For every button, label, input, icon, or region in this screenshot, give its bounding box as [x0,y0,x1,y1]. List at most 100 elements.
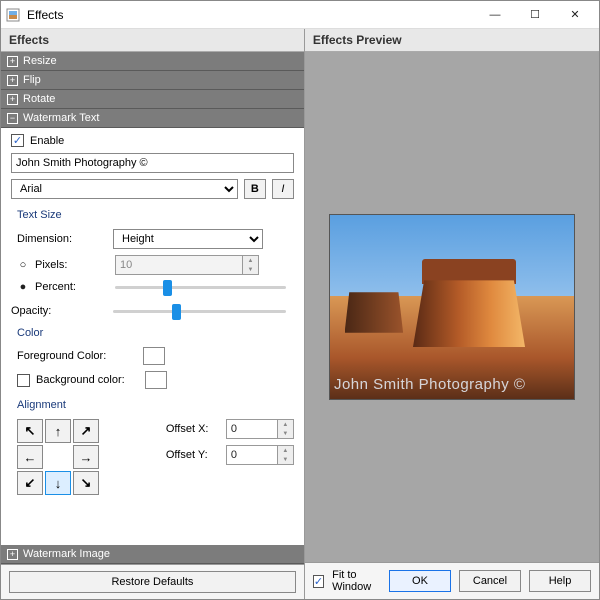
offset-y-value: 0 [226,445,278,465]
section-watermark-image[interactable]: + Watermark Image [1,545,304,564]
dimension-label: Dimension: [17,233,107,245]
ok-button[interactable]: OK [389,570,451,592]
pixels-label: Pixels: [35,259,109,271]
cancel-button[interactable]: Cancel [459,570,521,592]
preview-mesa-small [345,292,404,332]
offset-x-label: Offset X: [166,423,220,435]
expand-icon: + [7,549,18,560]
watermark-text-form: ✓ Enable Arial B I Text Size Dimension: … [1,128,304,545]
section-label: Rotate [23,93,55,105]
preview-mesa-main [413,259,525,347]
dimension-select[interactable]: Height [113,229,263,249]
app-icon [5,7,21,23]
font-row: Arial B I [11,179,294,199]
maximize-icon: ☐ [530,8,540,21]
section-rotate[interactable]: + Rotate [1,90,304,109]
section-label: Watermark Image [23,548,110,560]
enable-label: Enable [30,135,64,147]
spin-down-icon: ▼ [243,265,258,274]
opacity-label: Opacity: [11,305,107,317]
effects-panel-header: Effects [1,29,304,52]
bold-button[interactable]: B [244,179,266,199]
font-select[interactable]: Arial [11,179,238,199]
enable-checkbox[interactable]: ✓ [11,134,24,147]
left-footer: Restore Defaults [1,564,304,599]
check-icon: ✓ [13,134,22,147]
align-tl-button[interactable]: ↖ [17,419,43,443]
offset-column: Offset X: 0 ▲▼ Offset Y: 0 ▲▼ [166,419,294,465]
percent-row: ● Percent: [17,281,294,293]
right-footer: ✓ Fit to Window OK Cancel Help [305,562,599,599]
section-flip[interactable]: + Flip [1,71,304,90]
pixels-stepper[interactable]: 10 ▲▼ [115,255,259,275]
right-panel: Effects Preview John Smith Photography ©… [305,29,599,599]
align-br-button[interactable]: ↘ [73,471,99,495]
percent-radio[interactable]: ● [17,281,29,293]
slider-thumb[interactable] [163,280,172,296]
fit-to-window-checkbox[interactable]: ✓ [313,575,324,588]
bg-color-row: Background color: [17,371,294,389]
preview-header: Effects Preview [305,29,599,52]
titlebar[interactable]: Effects — ☐ ✕ [1,1,599,29]
minimize-icon: — [490,9,501,21]
effects-window: Effects — ☐ ✕ Effects + Resize + Flip + … [0,0,600,600]
section-resize[interactable]: + Resize [1,52,304,71]
offset-x-row: Offset X: 0 ▲▼ [166,419,294,439]
minimize-button[interactable]: — [475,2,515,28]
align-t-button[interactable]: ↑ [45,419,71,443]
expand-icon: + [7,56,18,67]
preview-watermark-text: John Smith Photography © [334,376,526,393]
offset-y-row: Offset Y: 0 ▲▼ [166,445,294,465]
dimension-row: Dimension: Height [17,229,294,249]
alignment-row: ↖ ↑ ↗ ← → ↙ ↓ ↘ Offset X: [17,419,294,495]
percent-label: Percent: [35,281,109,293]
spin-up-icon: ▲ [243,256,258,265]
watermark-text-input[interactable] [11,153,294,173]
alignment-grid: ↖ ↑ ↗ ← → ↙ ↓ ↘ [17,419,99,495]
offset-y-label: Offset Y: [166,449,220,461]
text-size-group-label: Text Size [17,209,294,221]
align-bl-button[interactable]: ↙ [17,471,43,495]
section-watermark-text[interactable]: − Watermark Text [1,109,304,128]
fit-to-window-label: Fit to Window [332,569,373,593]
slider-thumb[interactable] [172,304,181,320]
align-tr-button[interactable]: ↗ [73,419,99,443]
pixels-spin[interactable]: ▲▼ [243,255,259,275]
enable-row: ✓ Enable [11,134,294,147]
pixels-value: 10 [115,255,243,275]
pixels-radio[interactable]: ○ [17,259,29,271]
align-b-button[interactable]: ↓ [45,471,71,495]
fg-color-row: Foreground Color: [17,347,294,365]
color-group-label: Color [17,327,294,339]
offset-x-stepper[interactable]: 0 ▲▼ [226,419,294,439]
bg-color-swatch[interactable] [145,371,167,389]
align-l-button[interactable]: ← [17,445,43,469]
section-label: Flip [23,74,41,86]
bg-color-checkbox[interactable] [17,374,30,387]
expand-icon: + [7,94,18,105]
restore-defaults-button[interactable]: Restore Defaults [9,571,296,593]
offset-y-stepper[interactable]: 0 ▲▼ [226,445,294,465]
section-label: Watermark Text [23,112,99,124]
close-button[interactable]: ✕ [555,2,595,28]
bg-color-label: Background color: [36,374,139,386]
opacity-row: Opacity: [11,305,294,317]
content-area: Effects + Resize + Flip + Rotate − Water… [1,29,599,599]
percent-slider[interactable] [115,286,286,289]
fg-color-label: Foreground Color: [17,350,137,362]
preview-area: John Smith Photography © [305,52,599,562]
align-r-button[interactable]: → [73,445,99,469]
collapse-icon: − [7,113,18,124]
pixels-row: ○ Pixels: 10 ▲▼ [17,255,294,275]
left-panel: Effects + Resize + Flip + Rotate − Water… [1,29,305,599]
fg-color-swatch[interactable] [143,347,165,365]
section-label: Resize [23,55,57,67]
expand-icon: + [7,75,18,86]
offset-x-value: 0 [226,419,278,439]
italic-button[interactable]: I [272,179,294,199]
opacity-slider[interactable] [113,310,286,313]
preview-image: John Smith Photography © [330,215,574,399]
check-icon: ✓ [314,575,323,588]
help-button[interactable]: Help [529,570,591,592]
maximize-button[interactable]: ☐ [515,2,555,28]
